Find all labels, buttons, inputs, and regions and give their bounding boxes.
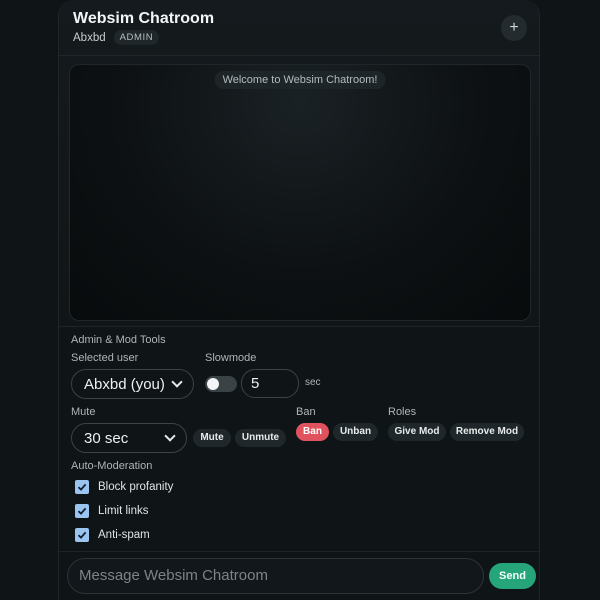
chevron-down-icon [171,375,183,388]
message-composer: Message Websim Chatroom Send [59,551,539,600]
checkbox[interactable] [75,480,89,494]
checkbox-label: Block profanity [98,481,174,493]
automod-option[interactable]: Limit links [75,504,148,518]
toggle-knob [207,378,219,390]
message-list[interactable]: Welcome to Websim Chatroom! [69,64,531,321]
roles-label: Roles [388,406,417,418]
slowmode-unit: sec [305,377,321,388]
chatroom-panel: Websim Chatroom Abxbd ADMIN + Welcome to… [58,0,540,600]
selected-user-select[interactable]: Abxbd (you) [71,369,194,399]
welcome-message: Welcome to Websim Chatroom! [214,71,386,89]
ban-label: Ban [296,406,316,418]
unmute-button[interactable]: Unmute [235,429,286,447]
checkbox-label: Anti-spam [98,529,150,541]
add-button[interactable]: + [501,15,527,41]
slowmode-toggle[interactable] [205,376,237,392]
automod-label: Auto-Moderation [71,460,153,472]
send-button[interactable]: Send [489,563,536,589]
slowmode-seconds-input[interactable]: 5 [241,369,299,398]
mute-duration-select[interactable]: 30 sec [71,423,187,453]
current-user-row: Abxbd ADMIN [73,30,160,45]
admin-tools-title: Admin & Mod Tools [71,334,166,346]
selected-user-label: Selected user [71,352,139,364]
checkmark-icon [77,531,87,539]
message-input[interactable]: Message Websim Chatroom [67,558,484,594]
mute-button[interactable]: Mute [193,429,231,447]
checkbox-label: Limit links [98,505,149,517]
checkbox[interactable] [75,504,89,518]
ban-button[interactable]: Ban [296,423,329,441]
checkbox[interactable] [75,528,89,542]
chat-header: Websim Chatroom Abxbd ADMIN + [59,0,539,56]
chevron-down-icon [164,429,176,442]
mute-label: Mute [71,406,96,418]
slowmode-label: Slowmode [205,352,257,364]
unban-button[interactable]: Unban [333,423,378,441]
checkmark-icon [77,507,87,515]
checkmark-icon [77,483,87,491]
page-title: Websim Chatroom [73,10,215,27]
plus-icon: + [509,19,519,36]
give-mod-button[interactable]: Give Mod [388,423,446,441]
mute-duration-value: 30 sec [84,429,129,447]
automod-option[interactable]: Anti-spam [75,528,150,542]
selected-user-value: Abxbd (you) [84,375,165,393]
automod-option[interactable]: Block profanity [75,480,173,494]
role-badge: ADMIN [113,30,160,45]
current-username: Abxbd [73,31,106,44]
remove-mod-button[interactable]: Remove Mod [450,423,524,441]
